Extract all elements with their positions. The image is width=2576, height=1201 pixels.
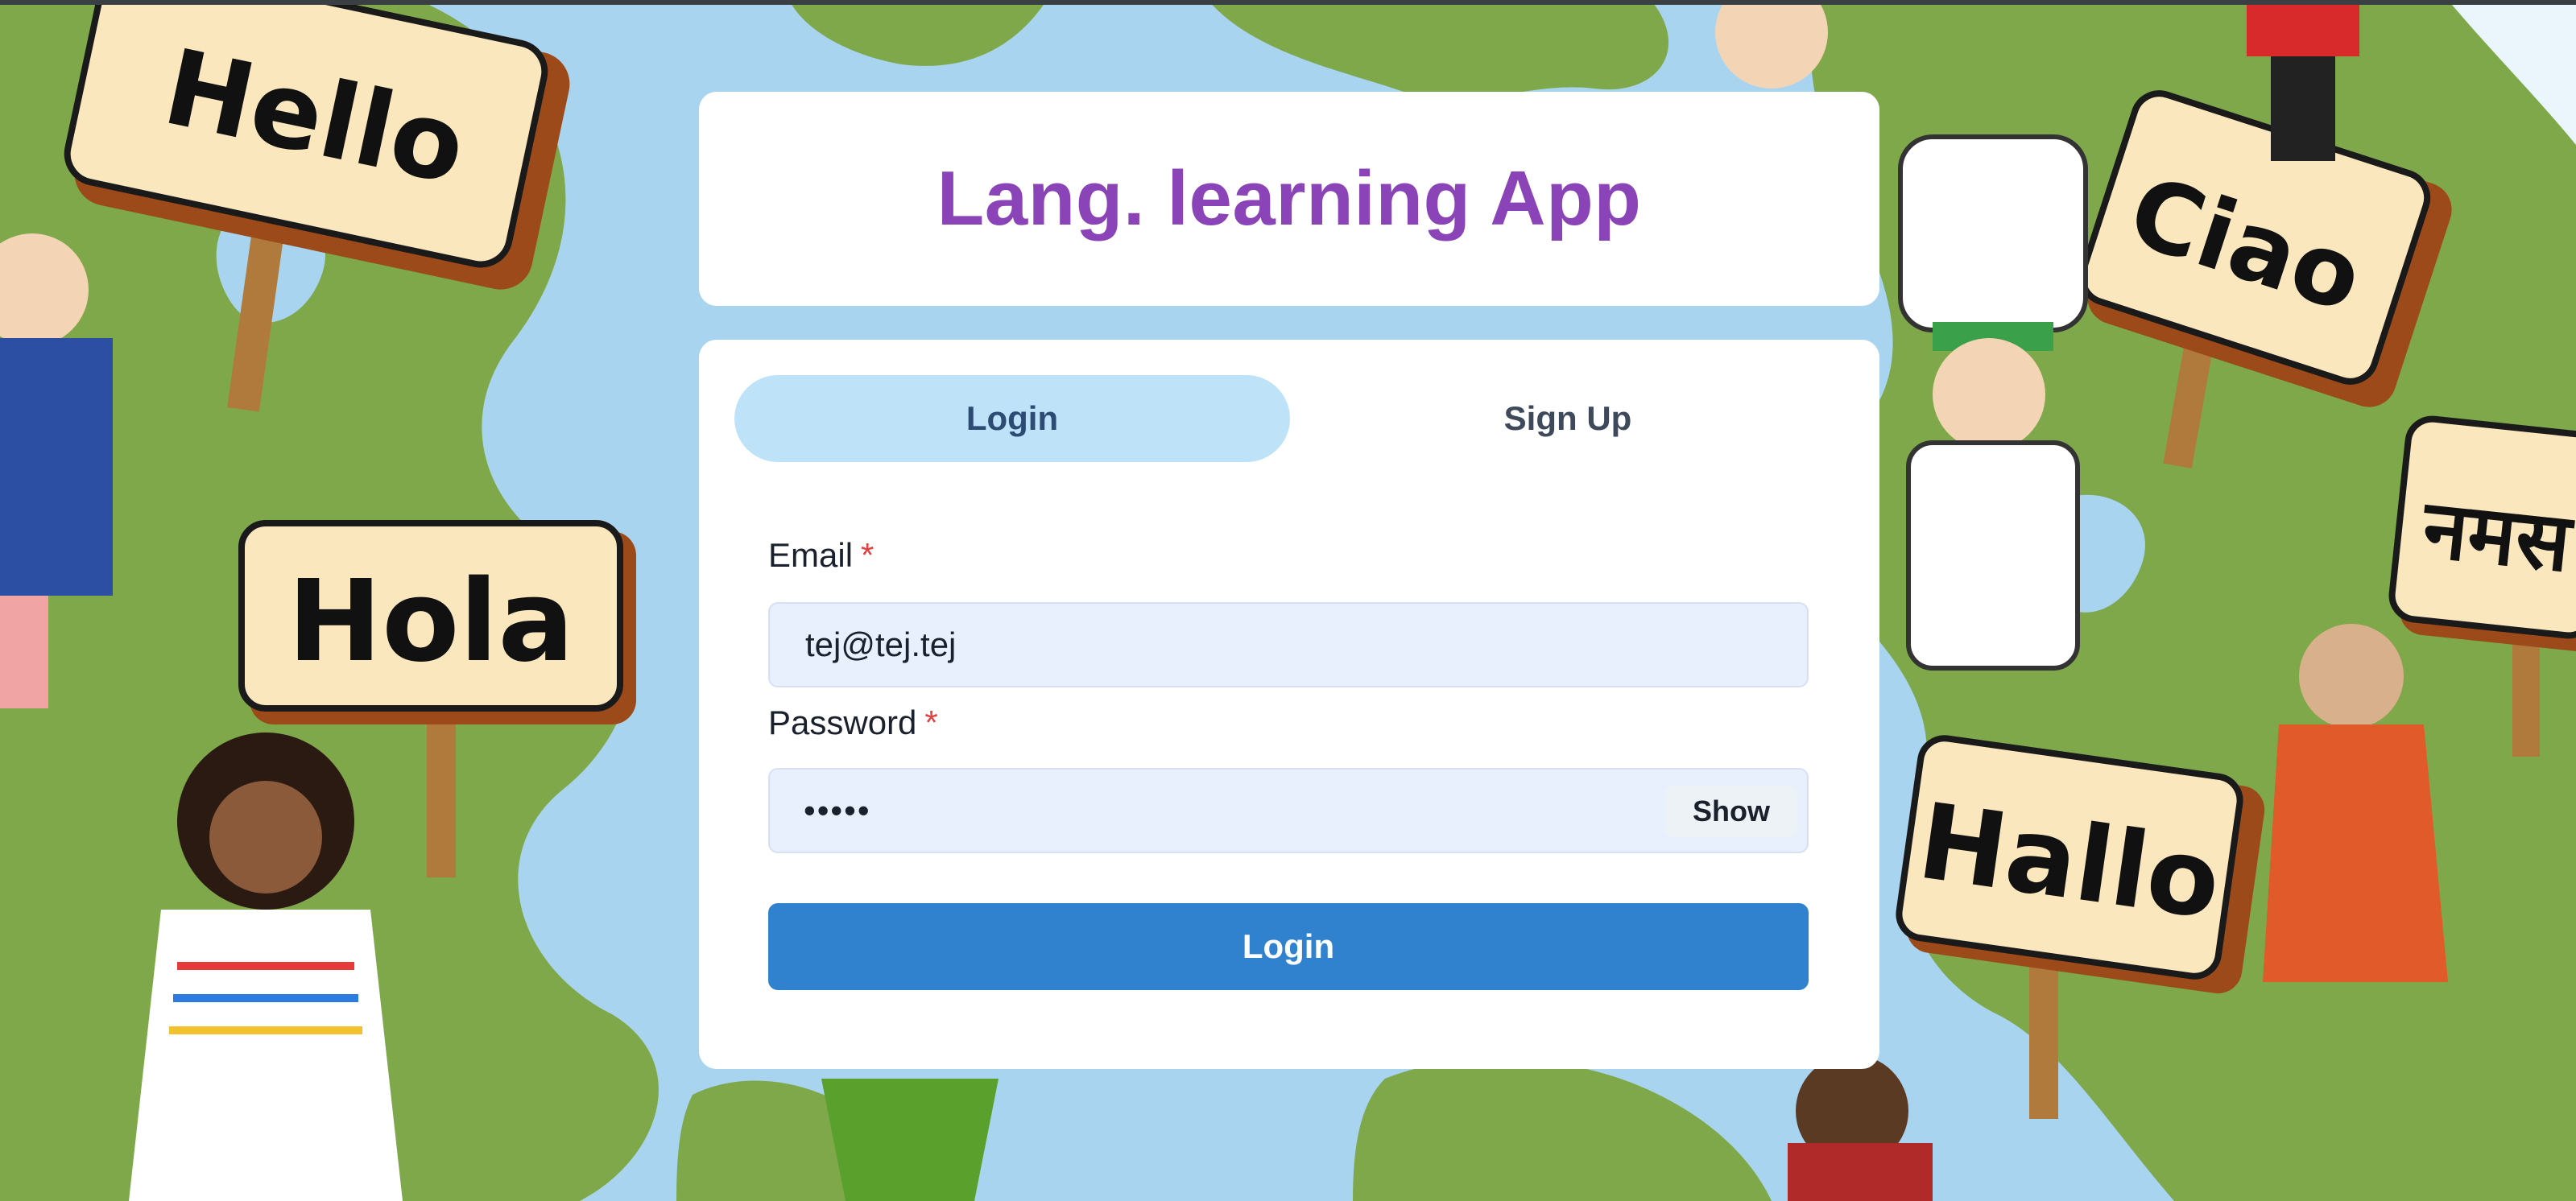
password-label-text: Password — [768, 704, 917, 741]
svg-text:Hola: Hola — [287, 556, 574, 687]
browser-top-edge — [0, 0, 2576, 5]
password-required-asterisk: * — [924, 704, 938, 741]
password-label: Password * — [768, 704, 938, 742]
auth-form-card: Login Sign Up Email* Password* ••••• Sho… — [699, 340, 1879, 1069]
auth-tabs: Login Sign Up — [734, 375, 1846, 462]
email-field[interactable] — [768, 602, 1809, 687]
svg-text:नमस: नमस — [2417, 481, 2576, 591]
email-label: Email * — [768, 536, 874, 575]
app-title: Lang. learning App — [937, 155, 1642, 241]
email-label-text: Email — [768, 536, 854, 574]
login-page: Hello Hola Ciao Hallo नमस Lang. learning… — [0, 0, 2576, 1201]
show-password-button[interactable]: Show — [1665, 786, 1797, 837]
email-required-asterisk: * — [861, 536, 875, 574]
password-field[interactable] — [768, 768, 1809, 853]
title-card: Lang. learning App — [699, 92, 1879, 306]
tab-login[interactable]: Login — [734, 375, 1290, 462]
login-submit-button[interactable]: Login — [768, 903, 1809, 990]
tab-sign-up[interactable]: Sign Up — [1290, 375, 1846, 462]
